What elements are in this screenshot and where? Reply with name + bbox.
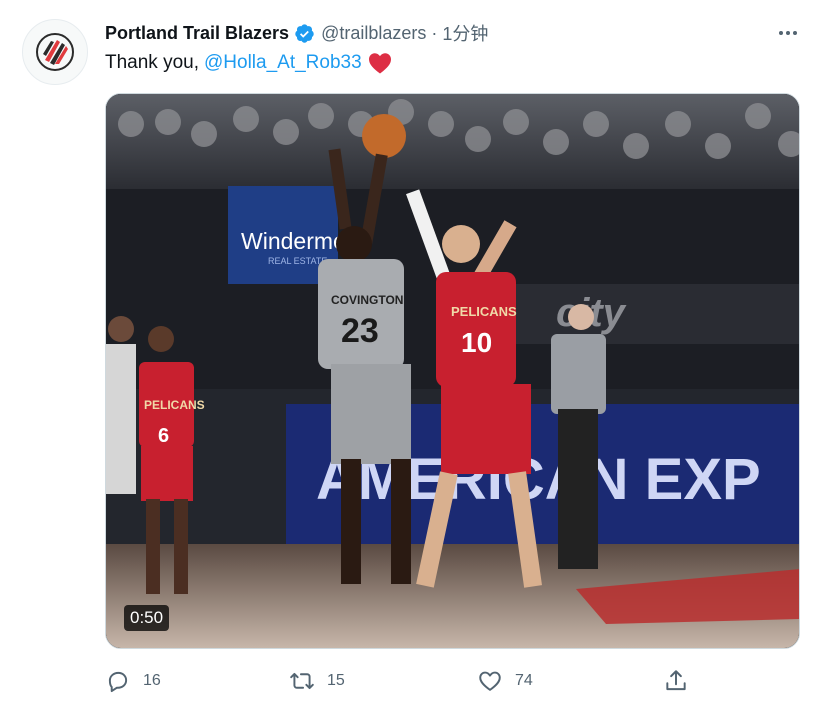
trail-blazers-logo-icon — [36, 33, 74, 71]
reply-count: 16 — [143, 672, 161, 689]
separator-dot: · — [431, 22, 438, 43]
retweet-button[interactable]: 15 — [289, 666, 345, 696]
tweet-header: Portland Trail Blazers @trailblazers · 1… — [105, 20, 488, 46]
tweet-text-prefix: Thank you, — [105, 52, 199, 73]
real-estate-ad-text: REAL ESTATE — [268, 256, 327, 266]
pelicans-bg-jersey-text: PELICANS — [144, 398, 205, 412]
like-button[interactable]: 74 — [477, 666, 533, 696]
more-options-icon[interactable] — [776, 22, 800, 44]
pelicans-jersey-text: PELICANS — [451, 304, 517, 319]
share-button[interactable] — [663, 666, 689, 696]
jersey-number-6: 6 — [158, 425, 169, 447]
retweet-icon — [290, 672, 314, 690]
tweet-text: Thank you, @Holla_At_Rob33 — [105, 50, 392, 76]
retweet-count: 15 — [327, 672, 345, 689]
share-icon — [666, 670, 686, 691]
author-name[interactable]: Portland Trail Blazers — [105, 23, 289, 44]
reply-icon — [108, 671, 128, 693]
jersey-number-23: 23 — [341, 312, 379, 350]
avatar[interactable] — [22, 19, 88, 85]
like-heart-icon — [479, 671, 501, 691]
video-thumbnail: Windermere REAL ESTATE city AMERICAN EXP… — [106, 94, 799, 648]
video-duration-badge: 0:50 — [124, 605, 170, 631]
tweet-timestamp[interactable]: 1分钟 — [442, 20, 488, 46]
video-player[interactable]: Windermere REAL ESTATE city AMERICAN EXP… — [105, 93, 800, 649]
reply-button[interactable]: 16 — [105, 666, 161, 696]
author-handle[interactable]: @trailblazers — [321, 23, 426, 44]
tweet-card[interactable]: Portland Trail Blazers @trailblazers · 1… — [0, 0, 824, 715]
mention-link[interactable]: @Holla_At_Rob33 — [204, 50, 362, 76]
red-heart-emoji-icon — [368, 52, 392, 74]
jersey-number-10: 10 — [461, 327, 492, 358]
covington-jersey-text: COVINGTON — [331, 293, 403, 307]
verified-badge-icon — [294, 23, 315, 44]
like-count: 74 — [515, 672, 533, 689]
